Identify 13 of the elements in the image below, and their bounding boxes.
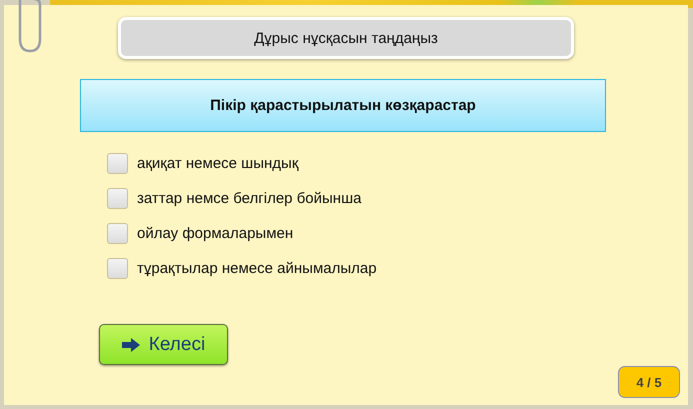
checkbox[interactable] — [107, 188, 128, 209]
arrow-right-icon — [122, 338, 140, 352]
checkbox[interactable] — [107, 258, 128, 279]
checkbox[interactable] — [107, 153, 128, 174]
option-label: тұрақтылар немесе айнымалылар — [137, 260, 377, 277]
option-label: ақиқат немесе шындық — [137, 155, 298, 172]
option-label: ойлау формаларымен — [137, 225, 294, 242]
instruction-banner: Дұрыс нұсқасын таңдаңыз — [118, 17, 574, 59]
option-label: заттар немсе белгілер бойынша — [137, 190, 362, 207]
question-banner: Пікір қарастырылатын көзқарастар — [80, 79, 606, 132]
checkbox[interactable] — [107, 223, 128, 244]
next-button[interactable]: Келесі — [99, 324, 228, 365]
page-counter: 4 / 5 — [618, 366, 680, 398]
